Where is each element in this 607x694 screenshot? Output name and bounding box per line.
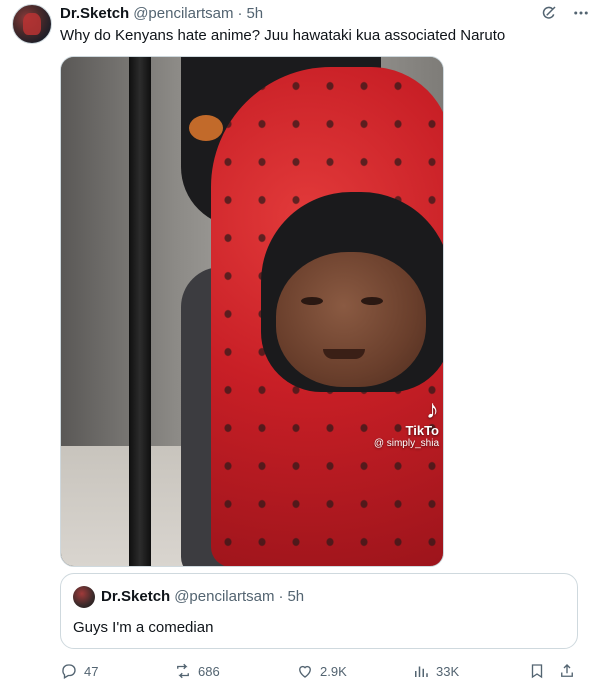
media-eye-left	[301, 297, 323, 305]
repost-button[interactable]: 686	[174, 660, 220, 682]
quoted-handle: @pencilartsam	[174, 588, 275, 605]
tweet-media-video[interactable]: ♪ TikTo @ simply_shia	[60, 56, 444, 567]
media-orange-patch	[189, 115, 223, 141]
author-avatar[interactable]	[12, 4, 52, 44]
repost-icon	[177, 663, 189, 679]
tiktok-watermark: ♪ TikTo @ simply_shia	[374, 395, 439, 450]
media-child-face	[276, 252, 426, 387]
views-button[interactable]: 33K	[412, 660, 459, 682]
bookmark-icon	[531, 664, 543, 679]
like-button[interactable]: 2.9K	[296, 660, 347, 682]
reply-count: 47	[84, 663, 99, 679]
reply-button[interactable]: 47	[60, 660, 98, 682]
share-icon	[561, 664, 573, 677]
like-icon	[299, 665, 311, 678]
quoted-separator: ·	[278, 588, 284, 605]
media-pole	[129, 57, 151, 566]
reply-icon	[62, 664, 76, 679]
media-mouth	[323, 349, 365, 359]
tweet-action-bar: 47 686 2.9K 33K	[60, 660, 580, 682]
more-icon[interactable]	[571, 3, 591, 23]
like-count: 2.9K	[320, 663, 347, 679]
tweet-text: Why do Kenyans hate anime? Juu hawataki …	[60, 27, 506, 44]
tiktok-username: @ simply_shia	[373, 438, 439, 449]
repost-count: 686	[198, 663, 220, 679]
tweet-header: Dr.Sketch @pencilartsam · 5h	[60, 4, 263, 22]
quoted-text: Guys I'm a comedian	[73, 619, 214, 636]
author-display-name[interactable]: Dr.Sketch	[60, 5, 129, 22]
bookmark-button[interactable]	[528, 660, 546, 682]
quoted-header: Dr.Sketch @pencilartsam · 5h	[101, 588, 304, 605]
grok-icon[interactable]	[539, 3, 559, 23]
media-eye-right	[361, 297, 383, 305]
views-icon	[415, 666, 428, 677]
quoted-author-avatar	[73, 586, 95, 608]
share-button[interactable]	[558, 660, 576, 682]
tweet-timestamp[interactable]: 5h	[246, 5, 263, 22]
tiktok-brand: TikTo	[405, 423, 439, 438]
header-separator: ·	[237, 4, 243, 22]
tiktok-logo-icon: ♪	[426, 394, 439, 424]
quoted-timestamp: 5h	[287, 588, 305, 605]
views-count: 33K	[436, 663, 460, 679]
tweet-top-actions	[539, 3, 591, 23]
author-handle[interactable]: @pencilartsam	[133, 5, 233, 22]
quoted-display-name: Dr.Sketch	[101, 588, 171, 605]
quoted-tweet[interactable]: Dr.Sketch @pencilartsam · 5h Guys I'm a …	[60, 573, 578, 649]
